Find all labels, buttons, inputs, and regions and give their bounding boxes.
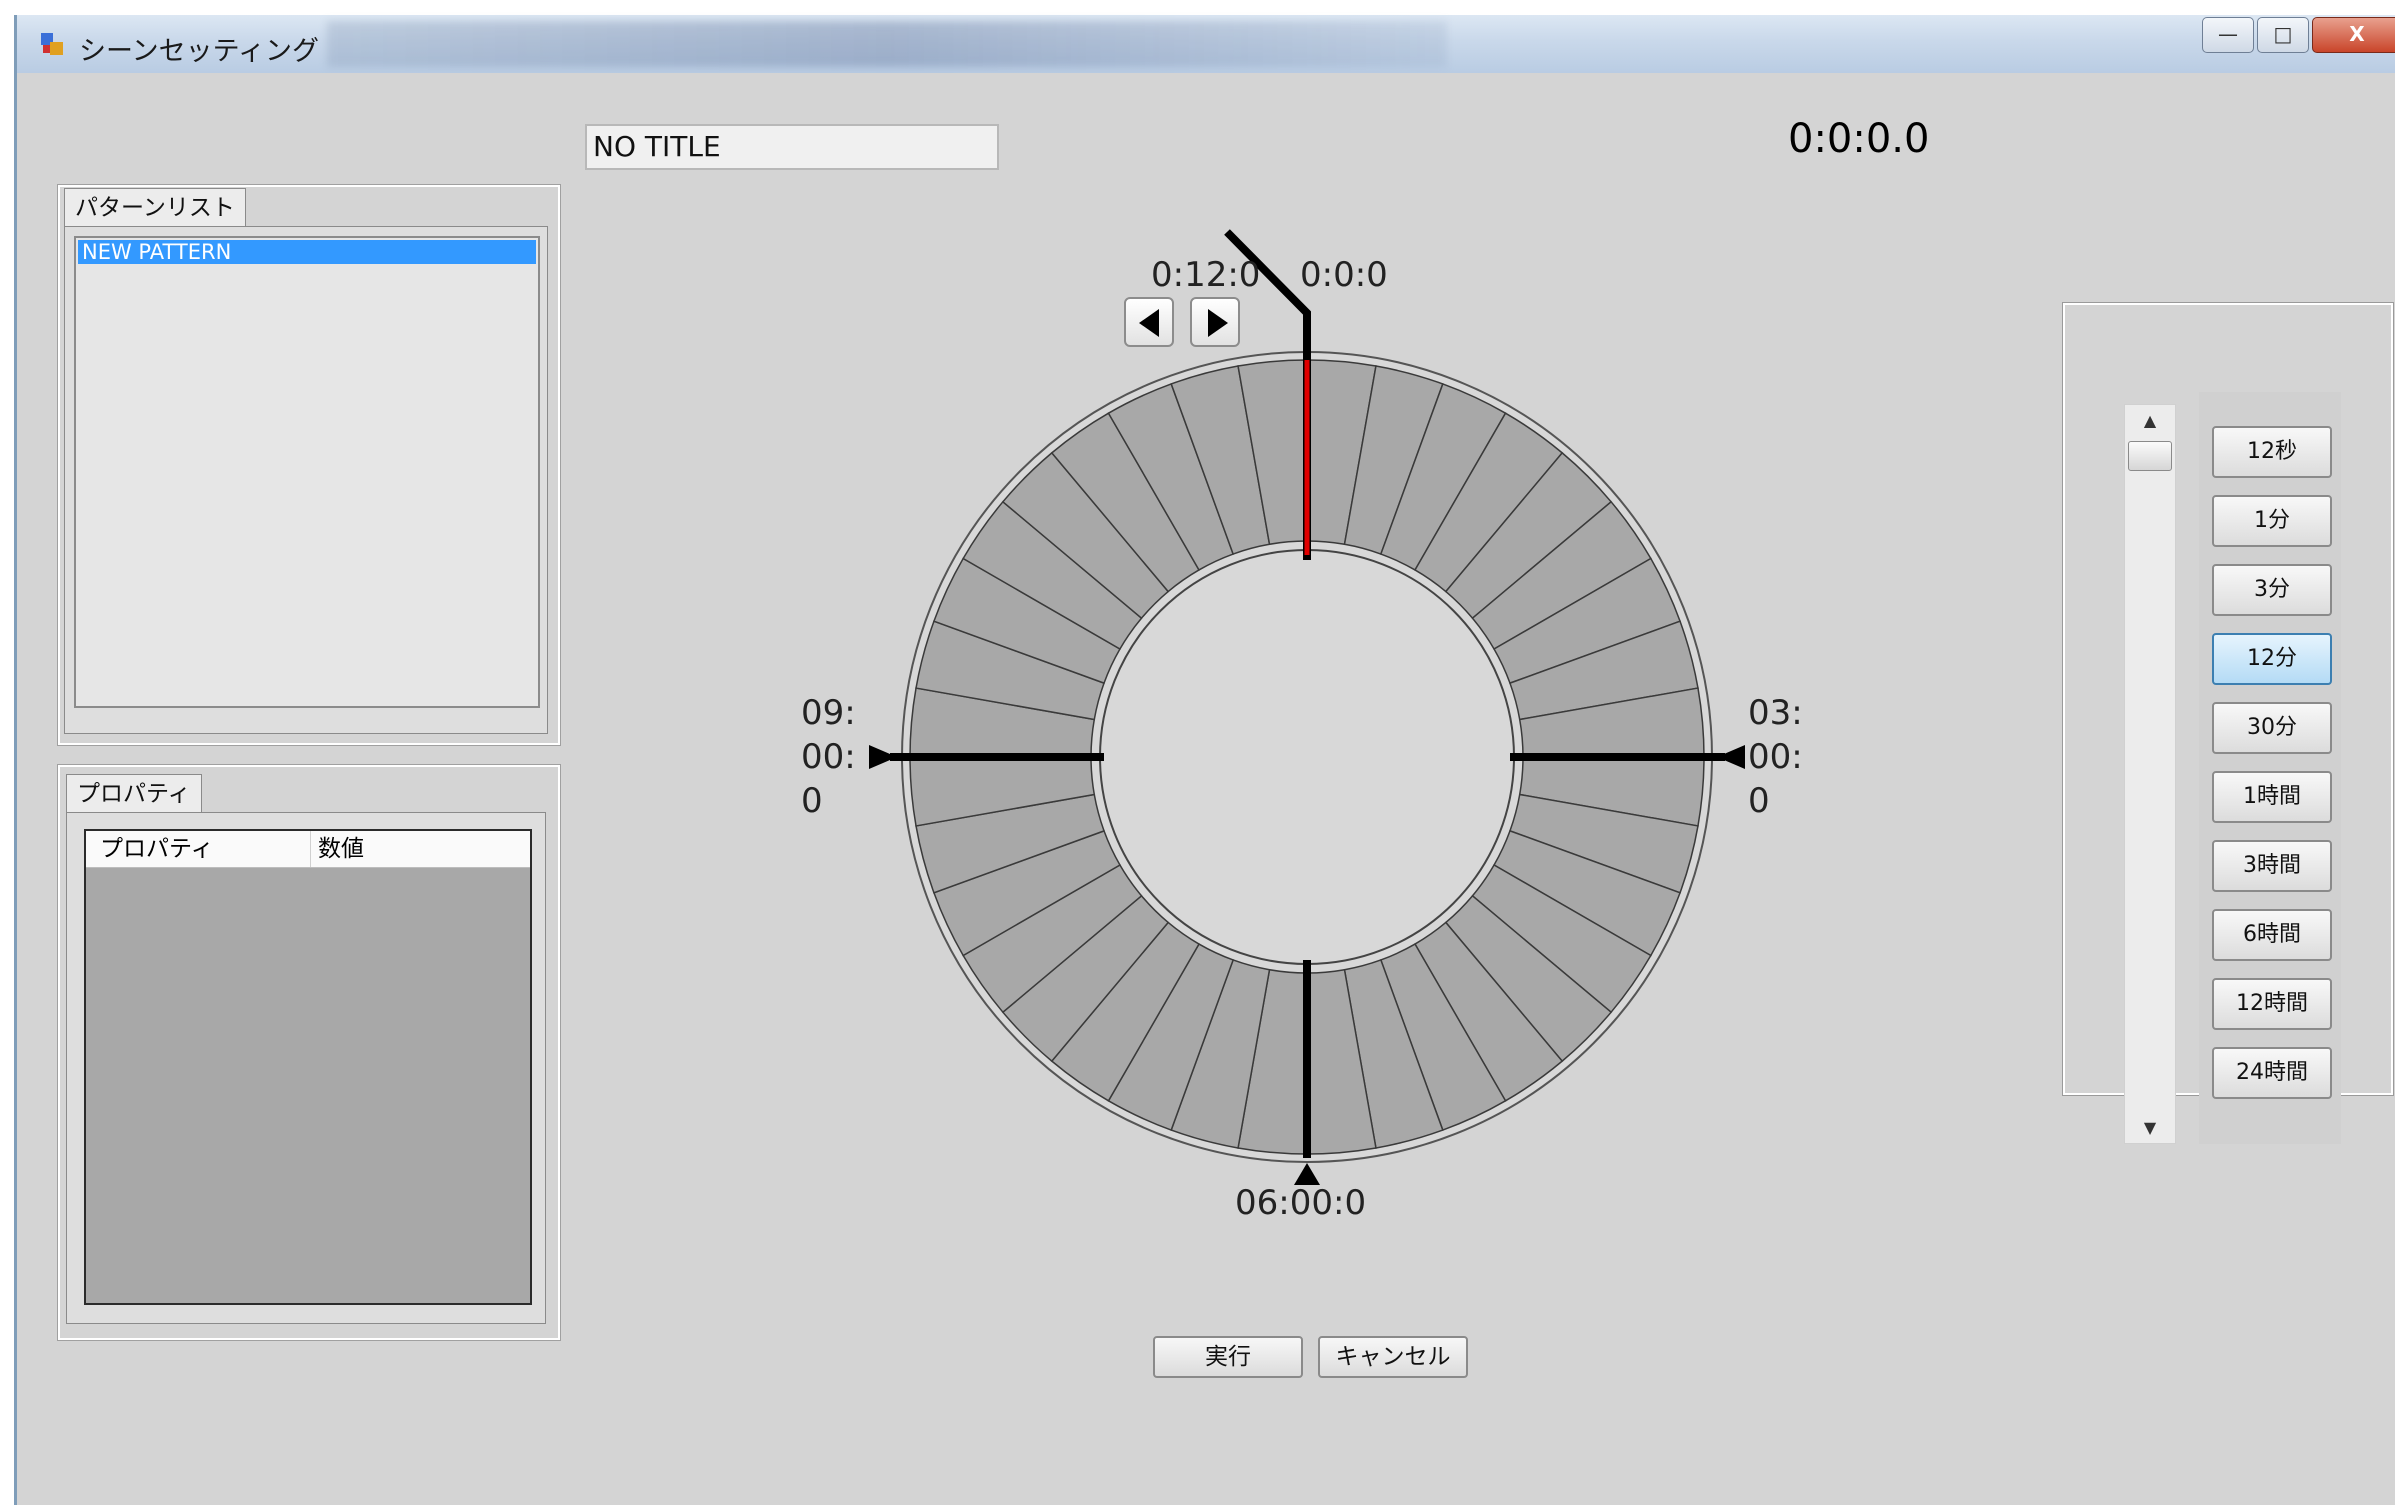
maximize-button[interactable]: □ bbox=[2257, 17, 2309, 53]
previous-button[interactable] bbox=[1124, 297, 1174, 347]
grid-header: プロパティ 数値 bbox=[86, 831, 530, 868]
scale-button[interactable]: 3分 bbox=[2212, 564, 2332, 616]
minimize-button[interactable]: — bbox=[2202, 17, 2254, 53]
scale-button[interactable]: 12秒 bbox=[2212, 426, 2332, 478]
column-header-property[interactable]: プロパティ bbox=[100, 831, 311, 867]
properties-grid[interactable]: プロパティ 数値 bbox=[84, 829, 532, 1305]
scale-button[interactable]: 3時間 bbox=[2212, 840, 2332, 892]
arrow-left-icon bbox=[1139, 309, 1159, 337]
dial-label-left-line1: 09: bbox=[801, 693, 856, 733]
pattern-listbox[interactable]: NEW PATTERN bbox=[74, 236, 540, 708]
next-button[interactable] bbox=[1190, 297, 1240, 347]
app-icon bbox=[41, 33, 63, 55]
scroll-down-icon[interactable]: ▼ bbox=[2125, 1118, 2175, 1137]
close-icon: X bbox=[2349, 22, 2365, 46]
time-readout: 0:0:0.0 bbox=[1788, 116, 1930, 162]
dial-label-left-line3: 0 bbox=[801, 781, 823, 821]
maximize-icon: □ bbox=[2273, 22, 2293, 46]
list-item[interactable]: NEW PATTERN bbox=[78, 240, 536, 264]
arrow-right-icon bbox=[1208, 309, 1228, 337]
tab-properties[interactable]: プロパティ bbox=[66, 774, 202, 812]
scene-title-field[interactable]: NO TITLE bbox=[585, 124, 999, 170]
run-button[interactable]: 実行 bbox=[1153, 1336, 1303, 1378]
dial-label-top-right: 0:0:0 bbox=[1300, 255, 1388, 295]
scale-button[interactable]: 12時間 bbox=[2212, 978, 2332, 1030]
vertical-scrollbar[interactable]: ▲ ▼ bbox=[2124, 404, 2176, 1144]
scroll-up-icon[interactable]: ▲ bbox=[2125, 411, 2175, 430]
window-title: シーンセッティング bbox=[79, 36, 320, 67]
scale-button[interactable]: 30分 bbox=[2212, 702, 2332, 754]
minimize-icon: — bbox=[2218, 22, 2238, 46]
dial-label-right-line3: 0 bbox=[1748, 781, 1770, 821]
scale-button[interactable]: 1分 bbox=[2212, 495, 2332, 547]
dial-label-left-line2: 00: bbox=[801, 737, 856, 777]
scale-button[interactable]: 6時間 bbox=[2212, 909, 2332, 961]
scroll-thumb[interactable] bbox=[2128, 441, 2172, 471]
tab-pattern-list[interactable]: パターンリスト bbox=[64, 188, 246, 226]
cancel-button[interactable]: キャンセル bbox=[1318, 1336, 1468, 1378]
scale-button[interactable]: 24時間 bbox=[2212, 1047, 2332, 1099]
dial-label-right-line2: 00: bbox=[1748, 737, 1803, 777]
dial-label-top-left: 0:12:0 bbox=[1151, 255, 1261, 295]
dial-label-bottom: 06:00:0 bbox=[1235, 1183, 1367, 1223]
column-header-value[interactable]: 数値 bbox=[318, 831, 364, 867]
dial-label-right-line1: 03: bbox=[1748, 693, 1803, 733]
scale-button[interactable]: 1時間 bbox=[2212, 771, 2332, 823]
title-bar[interactable]: シーンセッティング — □ X bbox=[17, 15, 2395, 74]
scale-button[interactable]: 12分 bbox=[2212, 633, 2332, 685]
blurred-background-titlebar bbox=[327, 21, 1447, 67]
close-button[interactable]: X bbox=[2312, 17, 2395, 53]
